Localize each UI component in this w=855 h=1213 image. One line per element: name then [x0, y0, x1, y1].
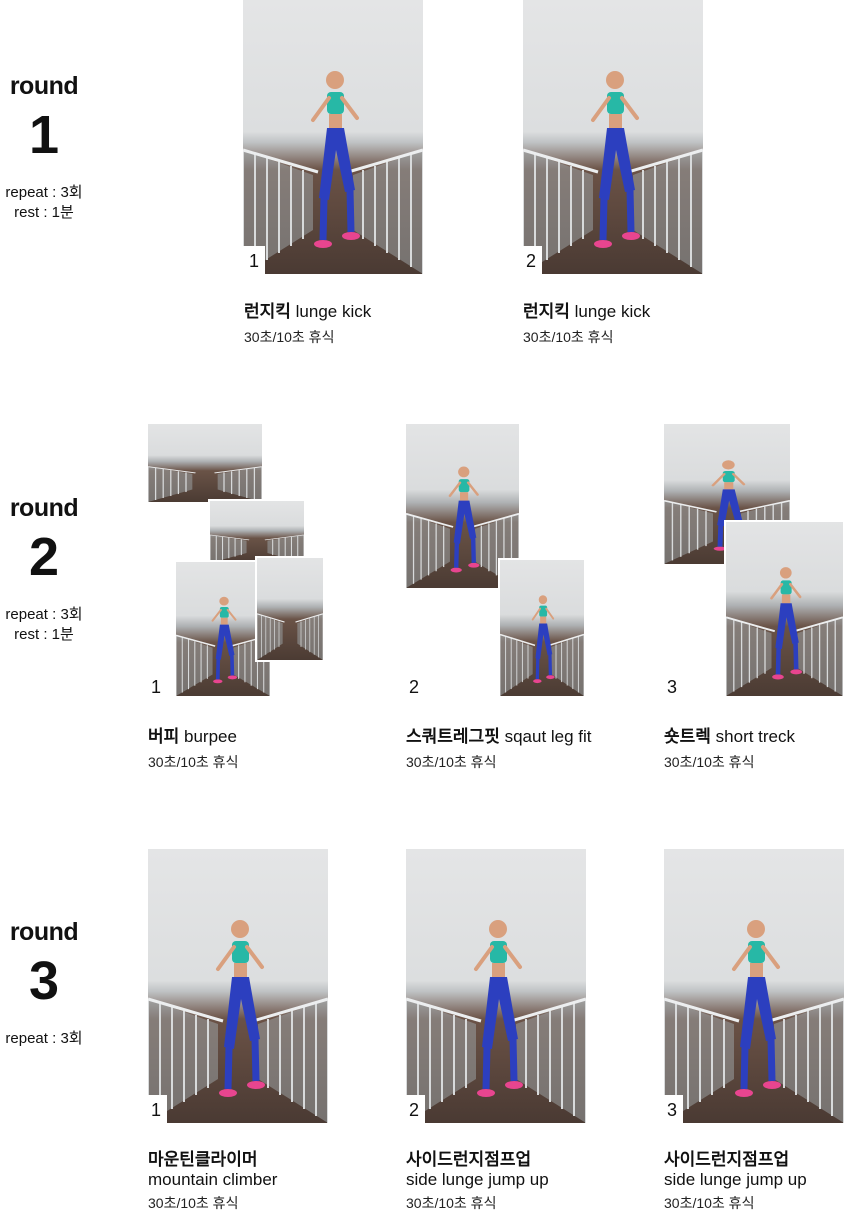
exercise-timing: 30초/10초 휴식	[406, 1195, 497, 1211]
exercise-badge: 3	[661, 1095, 683, 1123]
round-repeat: repeat : 3회	[5, 1030, 83, 1047]
exercise-badge: 3	[661, 672, 683, 700]
exercise-photo	[724, 520, 845, 698]
exercise-title: 사이드런지점프업 side lunge jump up	[664, 1150, 807, 1190]
exercise-title-ko: 버피	[148, 727, 180, 746]
exercise-title-ko: 런지킥	[523, 302, 570, 321]
exercise-title-en: side lunge jump up	[406, 1170, 549, 1189]
exercise-photo	[148, 849, 328, 1123]
exercise-timing: 30초/10초 휴식	[664, 754, 755, 770]
exercise-timing: 30초/10초 휴식	[148, 754, 239, 770]
exercise-title-ko: 스쿼트레그핏	[406, 727, 500, 746]
exercise-photo	[255, 556, 325, 662]
exercise-badge: 1	[145, 672, 167, 700]
exercise-title-ko: 숏트렉	[664, 727, 711, 746]
exercise-timing: 30초/10초 휴식	[523, 329, 614, 345]
exercise-badge: 2	[403, 672, 425, 700]
exercise-title-en: sqaut leg fit	[504, 727, 592, 746]
exercise-photo	[498, 558, 586, 698]
round-label: round	[9, 72, 79, 100]
exercise-timing: 30초/10초 휴식	[406, 754, 497, 770]
round-repeat: repeat : 3회	[5, 606, 83, 623]
exercise-title: 숏트렉 short treck	[664, 726, 795, 748]
exercise-photo	[243, 0, 423, 274]
exercise-title-ko: 사이드런지점프업	[406, 1150, 532, 1169]
round-rest: rest : 1분	[14, 626, 74, 643]
exercise-badge: 1	[243, 246, 265, 274]
round-number: 2	[28, 527, 60, 587]
exercise-timing: 30초/10초 휴식	[148, 1195, 239, 1211]
round-repeat: repeat : 3회	[5, 184, 83, 201]
exercise-title-en: mountain climber	[148, 1170, 278, 1189]
round-label: round	[9, 918, 79, 946]
exercise-title-ko: 런지킥	[244, 302, 291, 321]
exercise-photo	[406, 849, 586, 1123]
exercise-timing: 30초/10초 휴식	[664, 1195, 755, 1211]
round-number: 1	[28, 105, 60, 165]
exercise-photo	[148, 424, 262, 502]
exercise-title-en: side lunge jump up	[664, 1170, 807, 1189]
exercise-badge: 1	[145, 1095, 167, 1123]
exercise-title: 런지킥 lunge kick	[523, 301, 650, 323]
exercise-title: 스쿼트레그핏 sqaut leg fit	[406, 726, 592, 748]
exercise-badge: 2	[520, 246, 542, 274]
exercise-title-ko: 사이드런지점프업	[664, 1150, 790, 1169]
exercise-title-ko: 마운틴클라이머	[148, 1150, 258, 1169]
exercise-title-en: lunge kick	[574, 302, 651, 321]
exercise-title: 버피 burpee	[148, 726, 237, 748]
exercise-title: 마운틴클라이머 mountain climber	[148, 1150, 277, 1190]
round-3-header: round 3 repeat : 3회	[0, 918, 88, 1049]
exercise-photo	[664, 849, 844, 1123]
exercise-title-en: short treck	[715, 727, 796, 746]
round-1-header: round 1 repeat : 3회 rest : 1분	[0, 72, 88, 223]
exercise-title: 사이드런지점프업 side lunge jump up	[406, 1150, 549, 1190]
exercise-title-en: lunge kick	[295, 302, 372, 321]
round-label: round	[9, 494, 79, 522]
round-2-header: round 2 repeat : 3회 rest : 1분	[0, 494, 88, 645]
exercise-timing: 30초/10초 휴식	[244, 329, 335, 345]
exercise-title-en: burpee	[184, 727, 237, 746]
exercise-photo	[523, 0, 703, 274]
exercise-title: 런지킥 lunge kick	[244, 301, 371, 323]
exercise-badge: 2	[403, 1095, 425, 1123]
round-number: 3	[28, 951, 60, 1011]
round-rest: rest : 1분	[14, 204, 74, 221]
